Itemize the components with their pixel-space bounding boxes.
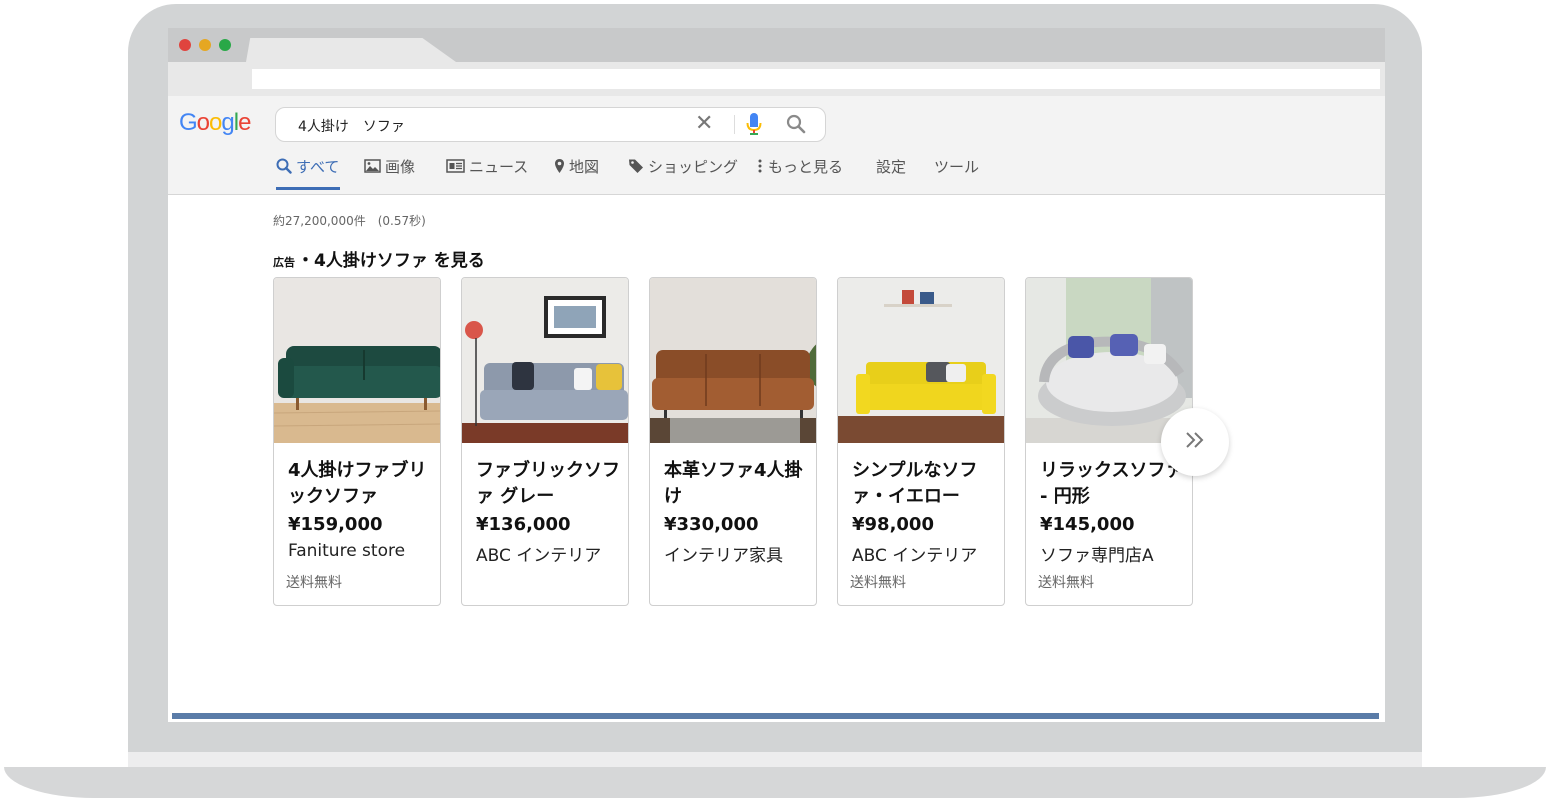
product-price: ¥145,000 — [1040, 514, 1135, 535]
google-logo[interactable]: Google — [179, 109, 251, 137]
minimize-window-button[interactable] — [199, 39, 211, 51]
logo-letter: g — [221, 109, 234, 136]
maximize-window-button[interactable] — [219, 39, 231, 51]
search-box[interactable]: 4人掛け ソファ ✕ — [275, 107, 826, 142]
ad-heading[interactable]: 広告 ・4人掛けソファ を見る — [273, 246, 485, 271]
green-sofa-image — [274, 278, 440, 443]
logo-letter: o — [209, 109, 222, 136]
browser-tab[interactable] — [246, 38, 456, 62]
search-input[interactable]: 4人掛け ソファ — [298, 116, 405, 136]
tab-images[interactable]: 画像 — [364, 154, 415, 190]
more-vertical-icon — [756, 156, 764, 176]
search-icon[interactable] — [786, 114, 806, 138]
search-header: Google 4人掛け ソファ ✕ すべて 画像 ニュース 地図 ショッピング … — [168, 96, 1385, 195]
ad-title: ・4人掛けソファ を見る — [297, 251, 485, 271]
product-seller: Faniture store — [288, 541, 406, 561]
browser-titlebar — [168, 28, 1385, 62]
tab-all[interactable]: すべて — [276, 154, 340, 190]
search-divider — [734, 115, 735, 134]
tab-label: ツール — [934, 158, 980, 176]
product-seller: インテリア家具 — [664, 546, 783, 566]
news-icon — [446, 156, 465, 176]
logo-letter: e — [238, 109, 251, 136]
leather-sofa-image — [650, 278, 816, 443]
address-bar[interactable] — [252, 69, 1380, 89]
product-seller: ABC インテリア — [476, 546, 602, 566]
logo-letter: o — [196, 109, 210, 136]
browser-toolbar — [168, 62, 1385, 96]
tab-news[interactable]: ニュース — [446, 154, 528, 190]
product-title[interactable]: シンプルなソファ・イエロー — [852, 458, 1000, 510]
result-stats: 約27,200,000件 (0.57秒) — [273, 214, 426, 228]
tab-more[interactable]: もっと見る — [756, 154, 843, 190]
clear-icon[interactable]: ✕ — [695, 112, 713, 136]
double-chevron-right-icon — [1184, 430, 1206, 454]
product-price: ¥98,000 — [852, 514, 934, 535]
image-icon — [364, 156, 381, 176]
tab-shopping[interactable]: ショッピング — [628, 154, 738, 190]
logo-letter: G — [179, 109, 198, 136]
grey-sofa-image — [462, 278, 628, 443]
carousel-next-button[interactable] — [1161, 408, 1229, 476]
microphone-icon[interactable] — [745, 112, 763, 140]
tab-label: ショッピング — [648, 158, 739, 176]
map-pin-icon — [554, 156, 565, 176]
close-window-button[interactable] — [179, 39, 191, 51]
browser-window: Google 4人掛け ソファ ✕ すべて 画像 ニュース 地図 ショッピング … — [168, 28, 1385, 722]
laptop-hinge — [128, 752, 1422, 768]
tag-icon — [628, 156, 644, 176]
tab-label: 画像 — [385, 158, 416, 176]
product-card[interactable]: 4人掛けファブリックソファ ¥159,000 Faniture store 送料… — [273, 277, 441, 606]
product-price: ¥330,000 — [664, 514, 759, 535]
tab-label: 設定 — [876, 158, 907, 176]
yellow-sofa-image — [838, 278, 1004, 443]
product-seller: ソファ専門店A — [1040, 546, 1154, 566]
product-title[interactable]: 本革ソファ4人掛け — [664, 458, 812, 510]
tab-label: ニュース — [469, 158, 529, 176]
product-shipping: 送料無料 — [1038, 575, 1094, 591]
product-title[interactable]: 4人掛けファブリックソファ — [288, 458, 436, 510]
round-sofa-image — [1026, 278, 1192, 443]
tab-maps[interactable]: 地図 — [554, 154, 599, 190]
bottom-accent-bar — [172, 713, 1379, 719]
product-shipping: 送料無料 — [850, 575, 906, 591]
product-card[interactable]: ファブリックソファ グレー ¥136,000 ABC インテリア — [461, 277, 629, 606]
tab-label: すべて — [296, 158, 340, 176]
ad-label: 広告 — [273, 256, 295, 269]
product-card[interactable]: 本革ソファ4人掛け ¥330,000 インテリア家具 — [649, 277, 817, 606]
tab-settings[interactable]: 設定 — [876, 154, 906, 190]
product-seller: ABC インテリア — [852, 546, 978, 566]
tab-label: もっと見る — [768, 158, 844, 176]
product-price: ¥136,000 — [476, 514, 571, 535]
product-title[interactable]: ファブリックソファ グレー — [476, 458, 624, 510]
tab-tools[interactable]: ツール — [934, 154, 979, 190]
product-price: ¥159,000 — [288, 514, 383, 535]
laptop-base — [4, 767, 1546, 798]
product-shipping: 送料無料 — [286, 575, 342, 591]
product-card[interactable]: シンプルなソファ・イエロー ¥98,000 ABC インテリア 送料無料 — [837, 277, 1005, 606]
search-icon — [276, 156, 292, 176]
product-title[interactable]: リラックスソファ - 円形 — [1040, 458, 1188, 510]
tab-label: 地図 — [569, 158, 600, 176]
